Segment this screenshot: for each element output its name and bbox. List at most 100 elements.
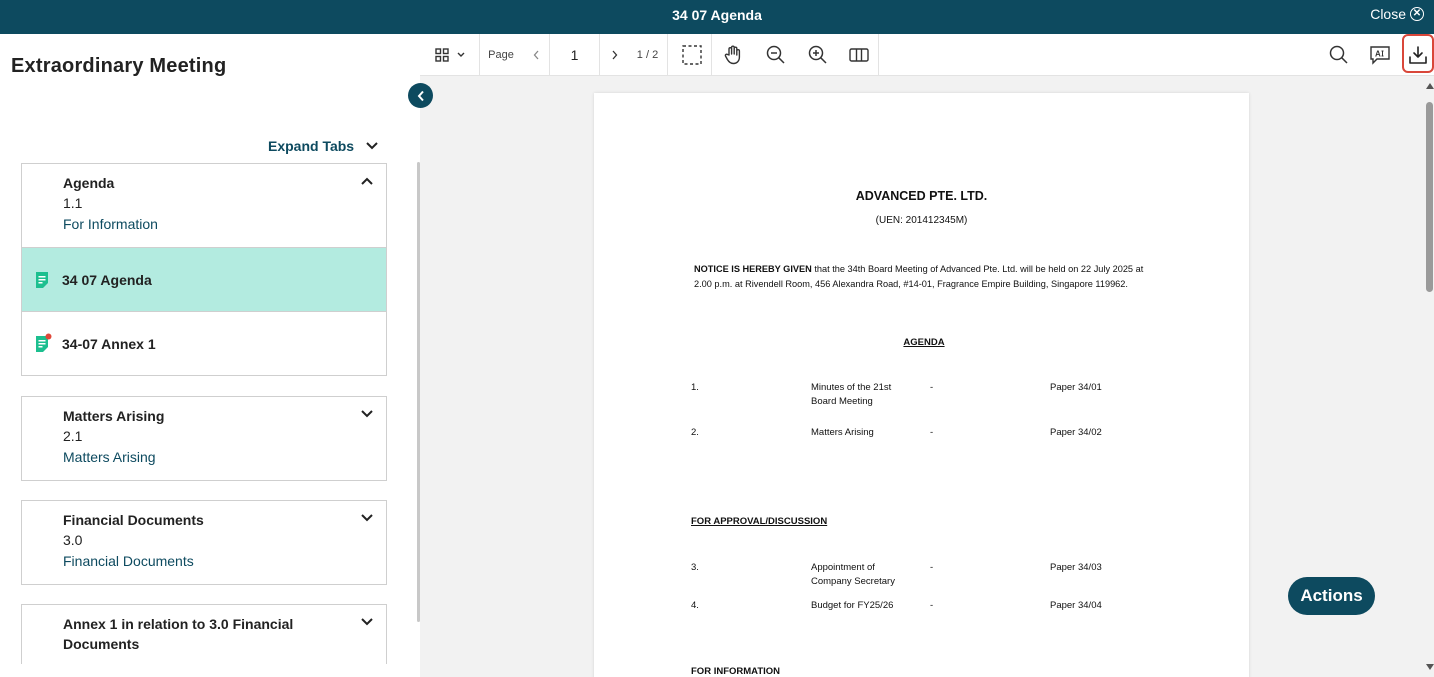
document-icon (36, 272, 48, 288)
group-subtitle: For Information (63, 216, 158, 232)
zoom-out-icon (766, 45, 785, 64)
item-paper: Paper 34/02 (1050, 427, 1102, 438)
page-label: Page (488, 48, 514, 61)
page-number-value: 1 (570, 46, 579, 63)
text-annotation-button[interactable]: A (1360, 34, 1400, 75)
close-button[interactable]: Close ✕ (1370, 6, 1424, 22)
group-number: 2.1 (63, 428, 83, 444)
scroll-up-arrow[interactable] (1426, 83, 1434, 89)
document-item-34-07-annex-1[interactable]: 34-07 Annex 1 (22, 311, 386, 375)
chevron-down-icon[interactable] (360, 511, 374, 525)
expand-tabs-button[interactable]: Expand Tabs (268, 138, 378, 154)
hand-icon (724, 45, 741, 64)
agenda-group: Agenda 1.1 For Information 34 07 Agenda … (21, 163, 387, 376)
zoom-in-button[interactable] (797, 34, 837, 75)
group-title: Agenda (63, 175, 115, 191)
document-viewer[interactable]: ADVANCED PTE. LTD. (UEN: 201412345M) NOT… (420, 76, 1425, 677)
chevron-down-icon[interactable] (360, 407, 374, 421)
previous-page-button[interactable] (524, 34, 550, 75)
item-dash: - (930, 427, 934, 438)
group-header[interactable]: Annex 1 in relation to 3.0 Financial Doc… (22, 605, 386, 665)
chevron-down-icon (366, 142, 378, 150)
financial-documents-group: Financial Documents 3.0 Financial Docume… (21, 500, 387, 585)
sidebar: Extraordinary Meeting Expand Tabs Agenda… (0, 34, 420, 677)
group-subtitle: Matters Arising (63, 449, 156, 465)
item-dash: - (930, 600, 934, 611)
chevron-down-icon[interactable] (360, 615, 374, 629)
group-title: Financial Documents (63, 512, 204, 528)
chevron-right-icon (612, 50, 617, 59)
item-number: 4. (691, 600, 699, 611)
grid-icon (434, 47, 449, 62)
page-layout-button[interactable] (839, 34, 879, 75)
marquee-select-icon (681, 44, 702, 65)
document-icon (36, 333, 52, 352)
item-description: Minutes of the 21st Board Meeting (811, 382, 892, 407)
item-description: Appointment of Company Secretary (811, 562, 895, 587)
notice-lead: NOTICE IS HEREBY GIVEN (694, 264, 812, 274)
item-number: 1. (691, 382, 699, 393)
scroll-down-arrow[interactable] (1426, 664, 1434, 670)
group-title: Annex 1 in relation to 3.0 Financial Doc… (63, 616, 294, 652)
chevron-up-icon[interactable] (360, 174, 374, 188)
item-paper: Paper 34/04 (1050, 600, 1102, 611)
group-number: 1.1 (63, 195, 83, 211)
item-number: 3. (691, 562, 699, 573)
group-subtitle: Financial Documents (63, 553, 194, 569)
page-count-wrap: 1 / 2 (628, 34, 668, 75)
columns-icon (848, 47, 869, 62)
document-label: 34-07 Annex 1 (62, 335, 156, 352)
viewer-toolbar: Page 1 1 / 2 A (420, 34, 1434, 76)
annex-1-group: Annex 1 in relation to 3.0 Financial Doc… (21, 604, 387, 664)
zoom-out-button[interactable] (755, 34, 795, 75)
item-description: Budget for FY25/26 (811, 600, 894, 611)
zoom-in-icon (808, 45, 827, 64)
document-page: ADVANCED PTE. LTD. (UEN: 201412345M) NOT… (594, 93, 1249, 677)
page-count: 1 / 2 (636, 48, 659, 61)
page-label-wrap: Page (486, 34, 516, 75)
document-label: 34 07 Agenda (62, 271, 152, 288)
scroll-thumb[interactable] (1426, 102, 1433, 292)
item-number: 2. (691, 427, 699, 438)
meeting-title: Extraordinary Meeting (11, 55, 227, 77)
group-number: 3.0 (63, 532, 83, 548)
group-header[interactable]: Agenda 1.1 For Information (22, 164, 386, 247)
item-paper: Paper 34/01 (1050, 382, 1102, 393)
close-icon: ✕ (1410, 7, 1424, 21)
company-uen: (UEN: 201412345M) (875, 215, 968, 226)
actions-button[interactable]: Actions (1288, 577, 1375, 615)
expand-tabs-label: Expand Tabs (268, 138, 355, 154)
item-description: Matters Arising (811, 427, 874, 438)
company-name: ADVANCED PTE. LTD. (855, 189, 988, 203)
svg-text:A: A (1375, 49, 1381, 58)
title-bar: 34 07 Agenda Close ✕ (0, 0, 1434, 34)
notice-paragraph: NOTICE IS HEREBY GIVEN that the 34th Boa… (694, 262, 1154, 291)
matters-arising-group: Matters Arising 2.1 Matters Arising (21, 396, 387, 481)
page-number-input[interactable]: 1 (550, 34, 600, 75)
viewer-scrollbar[interactable] (1425, 76, 1434, 677)
marquee-select-button[interactable] (672, 34, 712, 75)
group-header[interactable]: Financial Documents 3.0 Financial Docume… (22, 501, 386, 584)
chevron-left-icon (417, 90, 424, 101)
close-label: Close (1370, 6, 1406, 22)
section-information-heading: FOR INFORMATION (691, 666, 781, 677)
item-dash: - (930, 382, 934, 393)
download-highlight (1402, 34, 1434, 73)
agenda-heading: AGENDA (903, 337, 945, 348)
group-header[interactable]: Matters Arising 2.1 Matters Arising (22, 397, 386, 480)
group-title: Matters Arising (63, 408, 165, 424)
window-title: 34 07 Agenda (672, 7, 762, 23)
search-button[interactable] (1318, 34, 1358, 75)
pan-tool-button[interactable] (713, 34, 753, 75)
section-approval-heading: FOR APPROVAL/DISCUSSION (691, 516, 828, 527)
collapse-sidebar-button[interactable] (408, 83, 433, 108)
thumbnail-view-dropdown[interactable] (420, 34, 480, 75)
item-paper: Paper 34/03 (1050, 562, 1102, 573)
search-icon (1329, 45, 1348, 64)
chevron-down-icon (457, 52, 464, 57)
item-dash: - (930, 562, 934, 573)
text-annotation-icon: A (1370, 45, 1390, 65)
document-item-34-07-agenda[interactable]: 34 07 Agenda (22, 247, 386, 311)
next-page-button[interactable] (602, 34, 626, 75)
chevron-left-icon (533, 50, 539, 59)
